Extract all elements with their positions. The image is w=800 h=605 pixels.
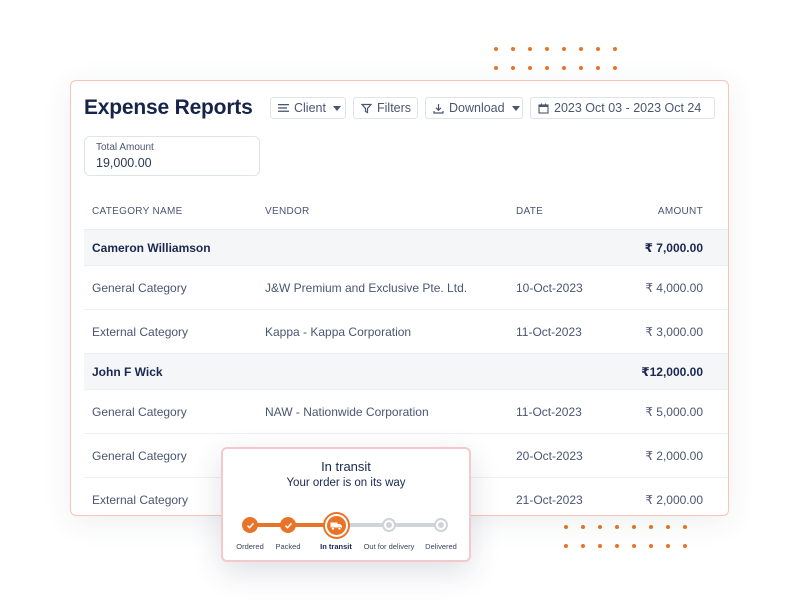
client-label: Client bbox=[294, 101, 326, 115]
total-amount-label: Total Amount bbox=[96, 142, 154, 153]
decorative-dot bbox=[528, 66, 532, 70]
group-row[interactable]: Cameron Williamson ₹ 7,000.00 bbox=[84, 230, 728, 266]
group-amount: ₹ 7,000.00 bbox=[644, 240, 703, 255]
download-dropdown[interactable]: Download bbox=[425, 97, 523, 119]
filters-button[interactable]: Filters bbox=[353, 97, 418, 119]
step-ordered-check-icon bbox=[242, 517, 258, 533]
decorative-dot bbox=[649, 544, 653, 548]
step-in-transit-icon bbox=[323, 512, 350, 539]
step-label-delivered: Delivered bbox=[425, 542, 457, 551]
filter-icon bbox=[361, 103, 372, 113]
amount-cell: ₹ 2,000.00 bbox=[645, 448, 703, 463]
filters-label: Filters bbox=[377, 101, 412, 115]
decorative-dot bbox=[598, 544, 602, 548]
decorative-dot bbox=[581, 544, 585, 548]
category-cell: General Category bbox=[92, 280, 187, 295]
date-cell: 21-Oct-2023 bbox=[516, 492, 583, 507]
amount-cell: ₹ 2,000.00 bbox=[645, 492, 703, 507]
date-cell: 11-Oct-2023 bbox=[516, 404, 582, 419]
vendor-cell: NAW - Nationwide Corporation bbox=[265, 404, 429, 419]
order-tracker-popup: In transit Your order is on its way Orde… bbox=[221, 447, 471, 562]
truck-icon bbox=[327, 516, 346, 535]
decorative-dot bbox=[564, 525, 568, 529]
decorative-dot bbox=[562, 47, 566, 51]
decorative-dot bbox=[562, 66, 566, 70]
date-range-picker[interactable]: 2023 Oct 03 - 2023 Oct 24 bbox=[530, 97, 715, 119]
decorative-dot bbox=[494, 66, 498, 70]
vendor-cell: J&W Premium and Exclusive Pte. Ltd. bbox=[265, 280, 468, 295]
group-amount: ₹12,000.00 bbox=[641, 364, 703, 379]
download-icon bbox=[433, 103, 444, 114]
decorative-dot bbox=[579, 66, 583, 70]
table-row[interactable]: External Category Kappa - Kappa Corporat… bbox=[84, 310, 728, 354]
column-header-vendor[interactable]: VENDOR bbox=[265, 206, 516, 217]
category-cell: External Category bbox=[92, 324, 189, 339]
category-cell: General Category bbox=[92, 404, 187, 419]
amount-cell: ₹ 5,000.00 bbox=[645, 404, 703, 419]
chevron-down-icon bbox=[332, 105, 341, 111]
date-cell: 11-Oct-2023 bbox=[516, 324, 582, 339]
amount-cell: ₹ 4,000.00 bbox=[645, 280, 703, 295]
date-cell: 20-Oct-2023 bbox=[516, 448, 583, 463]
amount-cell: ₹ 3,000.00 bbox=[645, 324, 703, 339]
chevron-down-icon bbox=[511, 105, 520, 111]
decorative-dot bbox=[545, 47, 549, 51]
date-cell: 10-Oct-2023 bbox=[516, 280, 583, 295]
date-range-value: 2023 Oct 03 - 2023 Oct 24 bbox=[554, 101, 702, 115]
total-amount-value: 19,000.00 bbox=[96, 156, 152, 170]
column-header-date[interactable]: DATE bbox=[516, 206, 611, 217]
client-dropdown[interactable]: Client bbox=[270, 97, 346, 119]
table-header: CATEGORY NAME VENDOR DATE AMOUNT bbox=[84, 193, 728, 230]
decorative-dot bbox=[596, 47, 600, 51]
decorative-dot bbox=[581, 525, 585, 529]
decorative-dot bbox=[649, 525, 653, 529]
table-row[interactable]: General Category J&W Premium and Exclusi… bbox=[84, 266, 728, 310]
decorative-dot bbox=[564, 544, 568, 548]
vendor-cell: Kappa - Kappa Corporation bbox=[265, 324, 412, 339]
decorative-dot bbox=[613, 47, 617, 51]
step-out-for-delivery-icon bbox=[382, 518, 396, 532]
download-label: Download bbox=[449, 101, 505, 115]
group-name: Cameron Williamson bbox=[92, 240, 211, 255]
decorative-dot bbox=[683, 544, 687, 548]
column-header-category[interactable]: CATEGORY NAME bbox=[84, 206, 265, 217]
decorative-dot bbox=[632, 544, 636, 548]
decorative-dot bbox=[666, 525, 670, 529]
decorative-dot bbox=[613, 66, 617, 70]
decorative-dot bbox=[511, 47, 515, 51]
decorative-dot bbox=[596, 66, 600, 70]
decorative-dot bbox=[683, 525, 687, 529]
table-row[interactable]: General Category NAW - Nationwide Corpor… bbox=[84, 390, 728, 434]
decorative-dot bbox=[615, 525, 619, 529]
group-row[interactable]: John F Wick ₹12,000.00 bbox=[84, 354, 728, 390]
decorative-dot bbox=[494, 47, 498, 51]
step-packed-check-icon bbox=[280, 517, 296, 533]
step-delivered-icon bbox=[434, 518, 448, 532]
decorative-dot bbox=[511, 66, 515, 70]
decorative-dot bbox=[598, 525, 602, 529]
decorative-dot bbox=[545, 66, 549, 70]
calendar-icon bbox=[538, 103, 549, 114]
list-icon bbox=[278, 104, 289, 112]
group-name: John F Wick bbox=[92, 364, 163, 379]
decorative-dot bbox=[528, 47, 532, 51]
tracker-subtitle: Your order is on its way bbox=[286, 477, 406, 489]
decorative-dot bbox=[579, 47, 583, 51]
tracker-title: In transit bbox=[321, 459, 371, 474]
total-amount-box: Total Amount 19,000.00 bbox=[84, 136, 260, 176]
page-title: Expense Reports bbox=[84, 96, 253, 119]
decorative-dot bbox=[666, 544, 670, 548]
decorative-dot bbox=[632, 525, 636, 529]
decorative-dot bbox=[615, 544, 619, 548]
column-header-amount[interactable]: AMOUNT bbox=[611, 206, 703, 217]
